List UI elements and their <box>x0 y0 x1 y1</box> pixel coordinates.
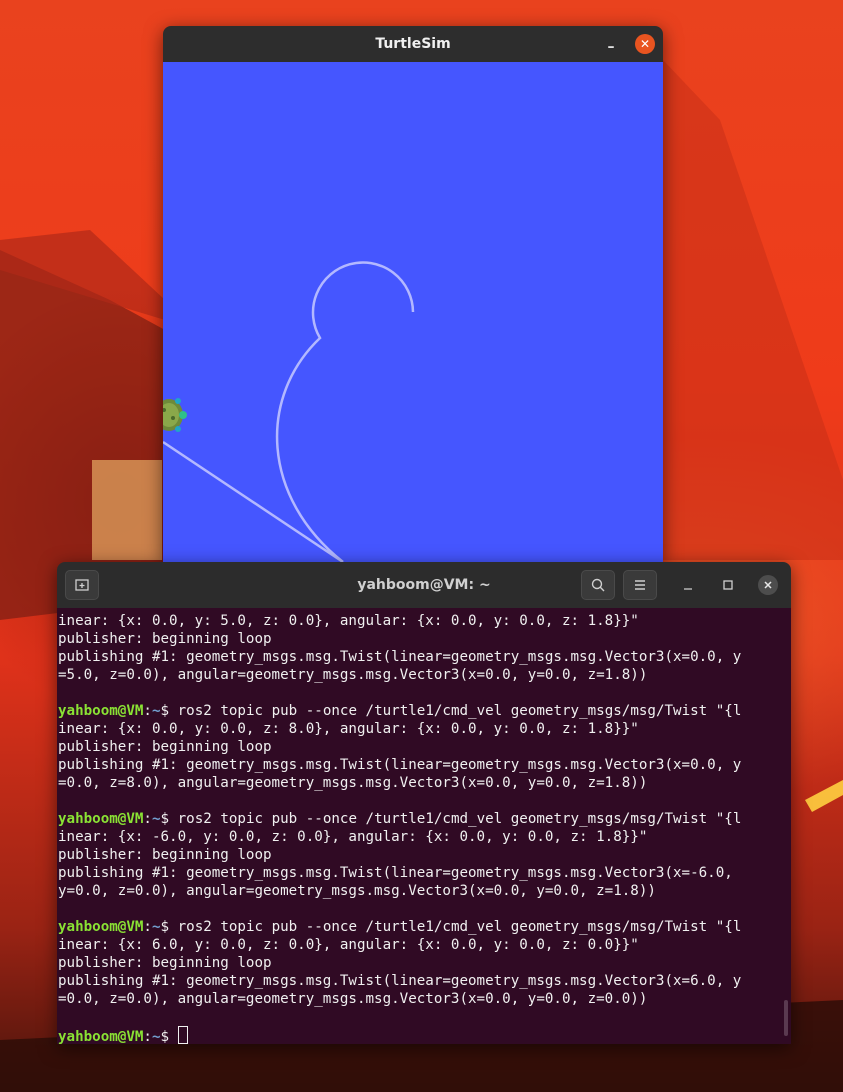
terminal-title: yahboom@VM: ~ <box>357 577 491 593</box>
turtlesim-window: TurtleSim – ✕ <box>163 26 663 562</box>
terminal-output-line: inear: {x: -6.0, y: 0.0, z: 0.0}, angula… <box>58 828 791 846</box>
terminal-output-line: publishing #1: geometry_msgs.msg.Twist(l… <box>58 648 791 666</box>
terminal-output-line: publisher: beginning loop <box>58 630 791 648</box>
terminal-output-line: inear: {x: 0.0, y: 5.0, z: 0.0}, angular… <box>58 612 791 630</box>
line-text: =5.0, z=0.0), angular=geometry_msgs.msg.… <box>58 667 648 683</box>
hamburger-menu-icon <box>635 580 645 590</box>
new-tab-button[interactable] <box>65 570 99 600</box>
turtlesim-title: TurtleSim <box>375 36 451 52</box>
turtlesim-canvas <box>163 62 663 562</box>
line-text: ros2 topic pub --once /turtle1/cmd_vel g… <box>177 703 742 719</box>
text-cursor <box>177 1026 188 1044</box>
terminal-output-line: publishing #1: geometry_msgs.msg.Twist(l… <box>58 756 791 774</box>
prompt-dollar: $ <box>160 1029 178 1044</box>
line-text: =0.0, z=0.0), angular=geometry_msgs.msg.… <box>58 991 648 1007</box>
terminal-scrollbar[interactable] <box>784 1000 788 1036</box>
terminal-output[interactable]: inear: {x: 0.0, y: 5.0, z: 0.0}, angular… <box>57 608 791 1044</box>
prompt-user: yahboom@VM <box>58 703 144 719</box>
terminal-prompt-line: yahboom@VM:~$ ros2 topic pub --once /tur… <box>58 702 791 720</box>
prompt-separator: : <box>143 703 152 719</box>
prompt-user: yahboom@VM <box>58 811 144 827</box>
terminal-prompt-line: yahboom@VM:~$ ros2 topic pub --once /tur… <box>58 810 791 828</box>
line-text: y=0.0, z=0.0), angular=geometry_msgs.msg… <box>58 883 656 899</box>
turtle-icon <box>163 398 187 432</box>
terminal-prompt-line: yahboom@VM:~$ <box>58 1026 791 1044</box>
turtlesim-titlebar[interactable]: TurtleSim – ✕ <box>163 26 663 62</box>
terminal-output-line: publishing #1: geometry_msgs.msg.Twist(l… <box>58 972 791 990</box>
prompt-dollar: $ <box>160 703 178 719</box>
prompt-separator: : <box>143 811 152 827</box>
turtlesim-minimize-button[interactable]: – <box>601 34 621 54</box>
terminal-window: yahboom@VM: ~ inear: {x: 0.0, y: 5.0, z:… <box>57 562 791 1044</box>
line-text: publisher: beginning loop <box>58 955 272 971</box>
line-text: inear: {x: 0.0, y: 0.0, z: 8.0}, angular… <box>58 721 639 737</box>
prompt-dollar: $ <box>160 811 178 827</box>
wallpaper-mountain <box>663 60 843 560</box>
wallpaper-light <box>92 460 162 560</box>
terminal-titlebar[interactable]: yahboom@VM: ~ <box>57 562 791 608</box>
maximize-icon <box>723 580 733 590</box>
terminal-output-line: inear: {x: 0.0, y: 0.0, z: 8.0}, angular… <box>58 720 791 738</box>
terminal-output-line: inear: {x: 6.0, y: 0.0, z: 0.0}, angular… <box>58 936 791 954</box>
terminal-minimize-button[interactable] <box>673 570 703 600</box>
terminal-output-line: =5.0, z=0.0), angular=geometry_msgs.msg.… <box>58 666 791 684</box>
prompt-path: ~ <box>151 919 161 935</box>
line-text: inear: {x: 6.0, y: 0.0, z: 0.0}, angular… <box>58 937 639 953</box>
terminal-output-line: y=0.0, z=0.0), angular=geometry_msgs.msg… <box>58 882 791 900</box>
line-text: publishing #1: geometry_msgs.msg.Twist(l… <box>58 757 742 773</box>
terminal-maximize-button[interactable] <box>713 570 743 600</box>
terminal-output-line: publisher: beginning loop <box>58 954 791 972</box>
terminal-close-button[interactable] <box>758 575 778 595</box>
terminal-output-line: publisher: beginning loop <box>58 738 791 756</box>
prompt-path: ~ <box>151 703 161 719</box>
line-text: publisher: beginning loop <box>58 631 272 647</box>
terminal-output-line: =0.0, z=0.0), angular=geometry_msgs.msg.… <box>58 990 791 1008</box>
line-text: publishing #1: geometry_msgs.msg.Twist(l… <box>58 973 742 989</box>
prompt-path: ~ <box>151 1029 161 1044</box>
terminal-output-line: publisher: beginning loop <box>58 846 791 864</box>
prompt-user: yahboom@VM <box>58 919 144 935</box>
trail-path <box>163 261 415 562</box>
close-icon <box>764 581 772 589</box>
terminal-output-line: publishing #1: geometry_msgs.msg.Twist(l… <box>58 864 791 882</box>
prompt-user: yahboom@VM <box>58 1029 144 1044</box>
line-text: publishing #1: geometry_msgs.msg.Twist(l… <box>58 865 733 881</box>
line-text: publishing #1: geometry_msgs.msg.Twist(l… <box>58 649 742 665</box>
line-text: =0.0, z=8.0), angular=geometry_msgs.msg.… <box>58 775 648 791</box>
line-text: publisher: beginning loop <box>58 847 272 863</box>
line-text: ros2 topic pub --once /turtle1/cmd_vel g… <box>177 811 742 827</box>
new-tab-icon <box>75 579 89 591</box>
turtle-trail <box>163 261 415 562</box>
turtlesim-close-button[interactable]: ✕ <box>635 34 655 54</box>
prompt-separator: : <box>143 1029 152 1044</box>
line-text: publisher: beginning loop <box>58 739 272 755</box>
line-text: inear: {x: 0.0, y: 5.0, z: 0.0}, angular… <box>58 613 639 629</box>
search-button[interactable] <box>581 570 615 600</box>
prompt-separator: : <box>143 919 152 935</box>
menu-button[interactable] <box>623 570 657 600</box>
terminal-output-line: =0.0, z=8.0), angular=geometry_msgs.msg.… <box>58 774 791 792</box>
minimize-icon <box>684 588 692 590</box>
line-text: ros2 topic pub --once /turtle1/cmd_vel g… <box>177 919 742 935</box>
prompt-dollar: $ <box>160 919 178 935</box>
terminal-prompt-line: yahboom@VM:~$ ros2 topic pub --once /tur… <box>58 918 791 936</box>
prompt-path: ~ <box>151 811 161 827</box>
search-icon <box>591 578 605 592</box>
line-text: inear: {x: -6.0, y: 0.0, z: 0.0}, angula… <box>58 829 648 845</box>
wallpaper-spark <box>805 780 843 812</box>
